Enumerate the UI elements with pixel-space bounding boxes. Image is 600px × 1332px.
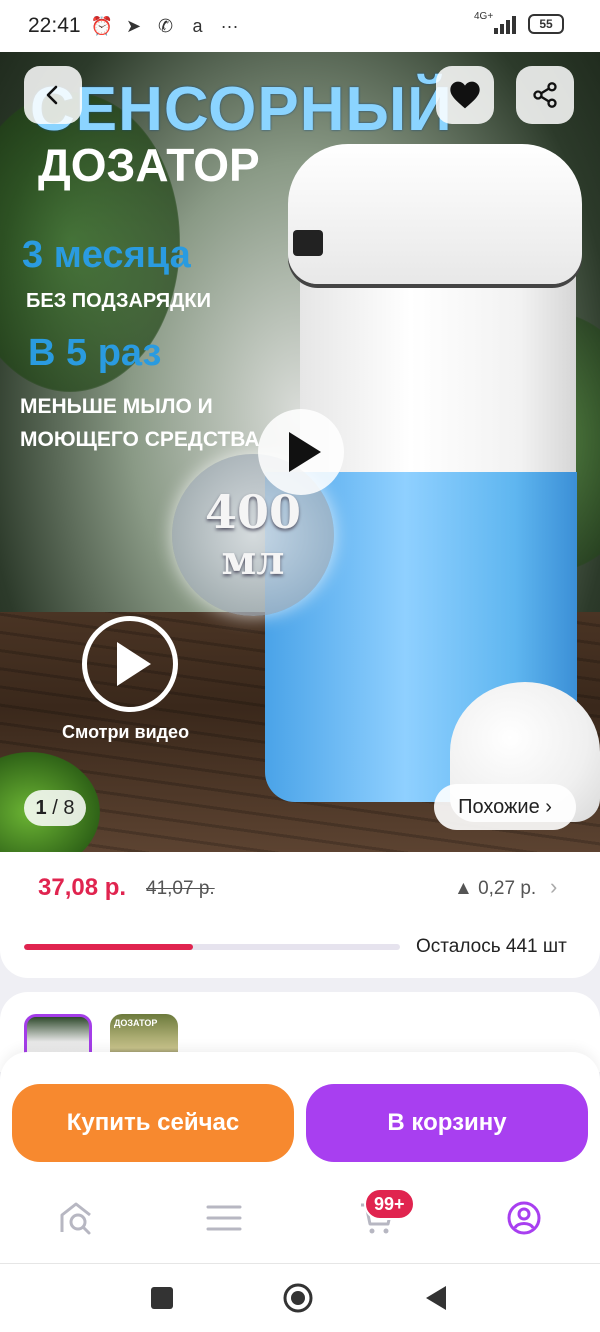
promo-times-sub: МЕНЬШЕ МЫЛО И МОЮЩЕГО СРЕДСТВА (20, 395, 260, 451)
favorite-button[interactable] (436, 66, 494, 124)
share-icon (533, 82, 557, 108)
nav-profile[interactable] (502, 1196, 546, 1240)
heart-icon (450, 81, 480, 109)
profile-icon (507, 1201, 541, 1235)
stock-remaining: Осталось 441 шт (416, 936, 567, 957)
hero-subtitle: ДОЗАТОР (38, 139, 260, 191)
status-notification-icons: ⏰ ➤ ✆ a ··· (91, 16, 241, 37)
stock-progress-bar (24, 944, 400, 950)
back-button[interactable] (24, 66, 82, 124)
volume-unit: мл (221, 537, 285, 584)
purchase-actions: Купить сейчас В корзину (0, 1052, 600, 1172)
system-navigation-bar (0, 1264, 600, 1332)
watch-video-label: Смотри видео (62, 722, 190, 742)
system-back-button[interactable] (420, 1282, 452, 1314)
promo-months: 3 месяца (22, 234, 191, 276)
old-price: 41,07 р. (146, 878, 215, 899)
thumbnail-label: ДОЗАТОР (114, 1018, 158, 1028)
volume-number: 400 (204, 485, 302, 539)
recent-apps-button[interactable] (146, 1282, 178, 1314)
square-icon (151, 1287, 173, 1309)
nav-catalog[interactable] (202, 1196, 246, 1240)
share-button[interactable] (516, 66, 574, 124)
status-right: 4G+ 55 (474, 12, 564, 34)
current-price: 37,08 р. (38, 874, 127, 901)
add-to-cart-button[interactable]: В корзину (306, 1084, 588, 1162)
viber-icon: ✆ (158, 15, 174, 36)
bottom-navigation: 99+ (0, 1172, 600, 1264)
cart-count-badge: 99+ (364, 1188, 415, 1220)
menu-icon (206, 1205, 242, 1231)
battery-icon: 55 (528, 14, 564, 34)
image-pager: 1 / 8 (24, 790, 86, 826)
chevron-left-icon (46, 85, 58, 105)
network-type: 4G+ (474, 11, 494, 22)
telegram-icon: ➤ (126, 15, 142, 36)
hero-title: СЕНСОРНЫЙ (30, 75, 453, 144)
stock-progress-fill (24, 944, 194, 950)
status-time: 22:41 (28, 14, 81, 37)
app-icon: a (192, 15, 203, 36)
more-notifications-icon: ··· (220, 15, 239, 36)
circle-icon (283, 1283, 313, 1313)
signal-icon: 4G+ (474, 12, 516, 34)
product-image-gallery[interactable]: СЕНСОРНЫЙ ДОЗАТОР 3 месяца БЕЗ ПОДЗАРЯДК… (0, 52, 600, 852)
triangle-back-icon (426, 1286, 446, 1310)
dispenser-top (288, 144, 582, 284)
promo-months-sub: БЕЗ ПОДЗАРЯДКИ (26, 290, 211, 312)
price-card: 37,08 р. 41,07 р. ▲ 0,27 р. › Осталось 4… (0, 852, 600, 978)
nav-home-search[interactable] (54, 1196, 98, 1240)
play-icon (82, 616, 178, 712)
status-bar: 22:41 ⏰ ➤ ✆ a ··· 4G+ 55 (0, 0, 600, 52)
similar-button[interactable]: Похожие › (434, 784, 576, 830)
pager-current: 1 (35, 796, 47, 819)
chevron-right-icon[interactable]: › (550, 874, 557, 900)
price-change[interactable]: ▲ 0,27 р. (454, 878, 536, 900)
play-video-button[interactable] (258, 409, 344, 495)
promo-times: В 5 раз (28, 332, 162, 374)
home-search-icon (60, 1202, 91, 1235)
dispenser-nozzle (293, 230, 323, 256)
pager-total: / 8 (52, 796, 75, 819)
buy-now-button[interactable]: Купить сейчас (12, 1084, 294, 1162)
home-button[interactable] (282, 1282, 314, 1314)
alarm-icon: ⏰ (90, 15, 113, 36)
battery-level: 55 (539, 17, 553, 31)
